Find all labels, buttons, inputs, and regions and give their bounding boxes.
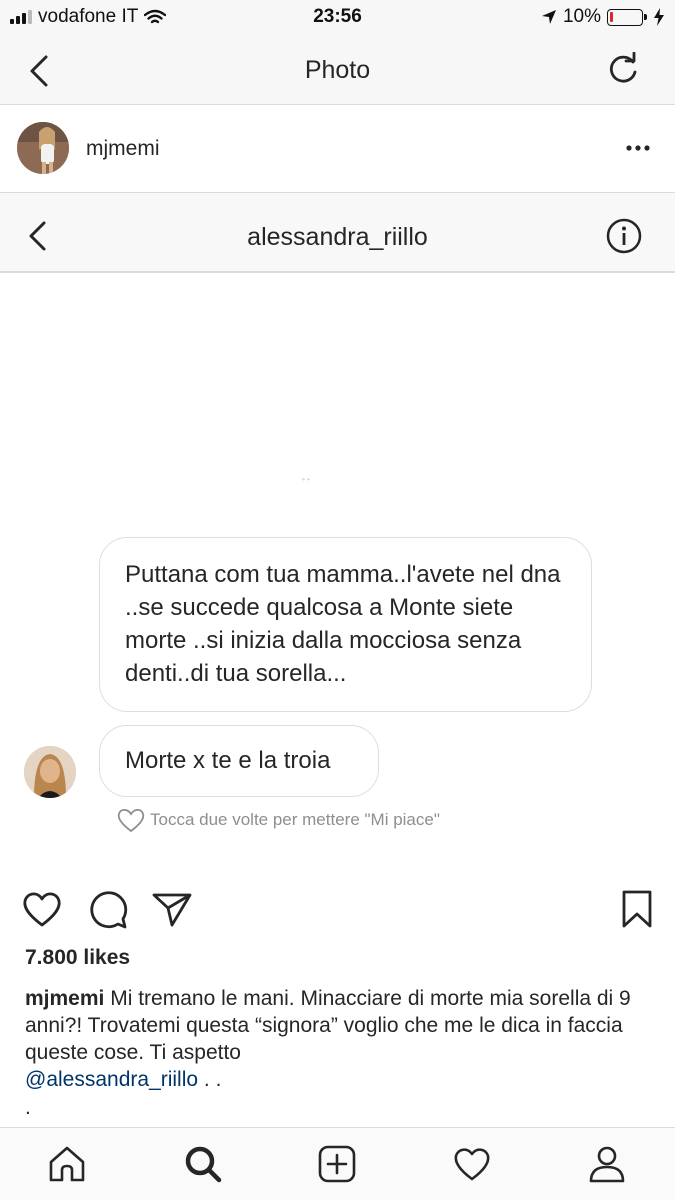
info-icon	[606, 218, 642, 254]
bookmark-icon[interactable]	[616, 888, 658, 930]
caption-trailing: .	[25, 1096, 31, 1119]
nav-bar: Photo	[0, 36, 675, 105]
profile-icon[interactable]	[587, 1144, 627, 1184]
more-dots-icon[interactable]	[623, 135, 653, 161]
share-icon[interactable]	[151, 888, 193, 930]
status-right: 10%	[541, 6, 665, 28]
caption-username[interactable]: mjmemi	[25, 987, 104, 1010]
post-photo: alessandra_riillo ﾞﾞ Puttana com tua mam…	[0, 193, 675, 873]
status-bar: vodafone IT 23:56 10%	[0, 0, 675, 36]
likes-count[interactable]: 7.800 likes	[25, 946, 130, 970]
caption-text: Mi tremano le mani. Minacciare di morte …	[25, 987, 631, 1064]
dm-contact-name: alessandra_riillo	[247, 223, 428, 251]
tiny-text: ﾞﾞ	[302, 479, 313, 490]
like-hint: Tocca due volte per mettere "Mi piace"	[116, 806, 440, 834]
tab-bar	[0, 1127, 675, 1200]
add-post-icon[interactable]	[317, 1144, 357, 1184]
heart-icon[interactable]	[21, 888, 63, 930]
post-actions	[0, 880, 675, 938]
post-header: mjmemi	[0, 105, 675, 193]
activity-heart-icon[interactable]	[452, 1144, 492, 1184]
caption-suffix: . .	[203, 1068, 222, 1091]
message-bubble: Morte x te e la troia	[99, 725, 379, 797]
avatar[interactable]	[17, 122, 69, 174]
page-title: Photo	[304, 56, 371, 84]
battery-percent: 10%	[562, 6, 601, 27]
search-icon[interactable]	[183, 1144, 223, 1184]
home-icon[interactable]	[47, 1144, 87, 1184]
message-bubble: Puttana com tua mamma..l'avete nel dna .…	[99, 537, 592, 712]
like-hint-label: Tocca due volte per mettere "Mi piace"	[150, 810, 440, 829]
battery-level	[610, 11, 613, 22]
post-username[interactable]: mjmemi	[86, 137, 160, 161]
dm-header: alessandra_riillo	[0, 193, 675, 273]
caption-mention[interactable]: @alessandra_riillo	[25, 1068, 198, 1091]
heart-outline-icon	[117, 808, 145, 833]
comment-icon[interactable]	[87, 888, 129, 930]
location-arrow-icon	[541, 10, 556, 24]
post-caption: mjmemi Mi tremano le mani. Minacciare di…	[25, 985, 650, 1093]
refresh-icon[interactable]	[605, 52, 641, 88]
charging-bolt-icon	[654, 8, 664, 26]
battery-icon	[607, 8, 647, 26]
sender-avatar	[24, 746, 76, 798]
